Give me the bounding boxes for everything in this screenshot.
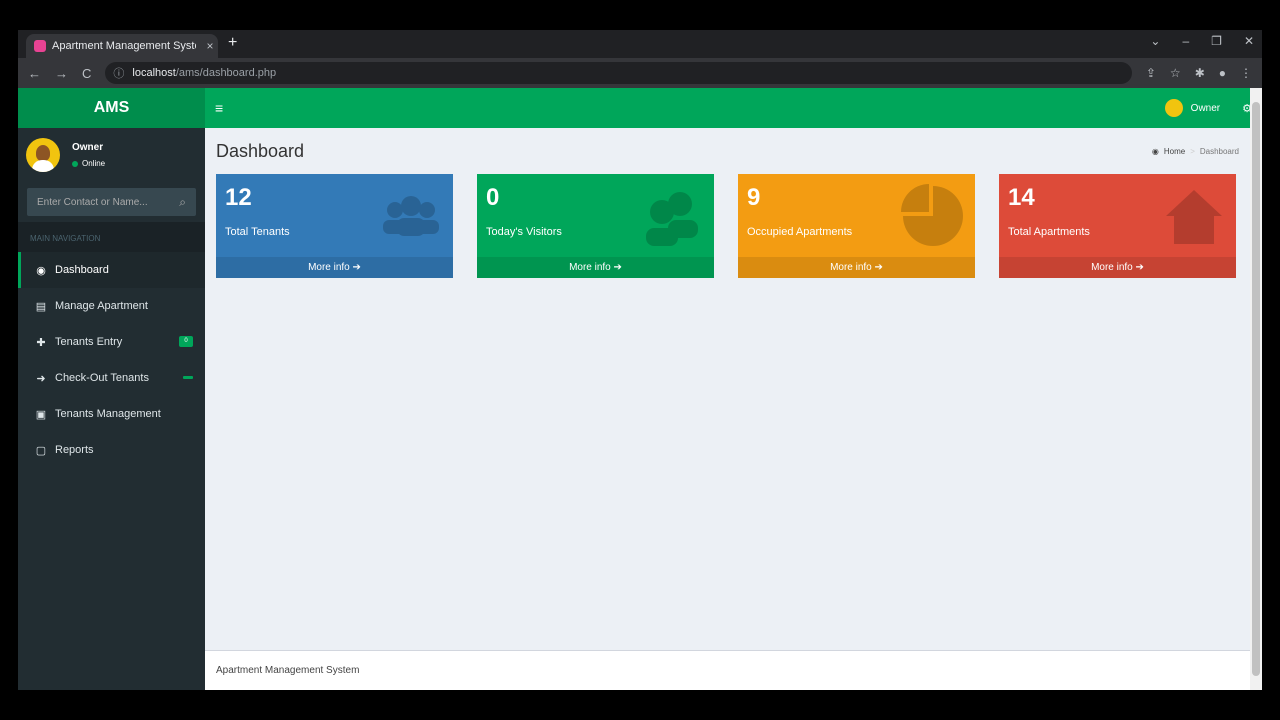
stat-box-occupied-apartments: 9 Occupied Apartments More info ➔	[738, 174, 975, 278]
share-icon[interactable]: ⇪	[1146, 66, 1156, 80]
footer: Apartment Management System	[205, 650, 1250, 690]
building-icon: ▤	[35, 300, 47, 313]
scrollbar-thumb[interactable]	[1252, 102, 1260, 676]
pie-chart-icon	[901, 184, 963, 246]
logo[interactable]: AMS	[18, 88, 205, 128]
arrow-circle-right-icon: ➔	[613, 262, 622, 273]
page-scrollbar[interactable]	[1250, 88, 1262, 690]
stat-value: 0	[486, 184, 500, 211]
navbar-user-name[interactable]: Owner	[1191, 103, 1220, 114]
stat-label: Today's Visitors	[486, 226, 562, 238]
main-content: Dashboard ◉ Home > Dashboard 12 Total Te…	[205, 128, 1250, 650]
dashboard-icon: ◉	[36, 264, 46, 277]
tab-search-icon[interactable]: ⌄	[1150, 34, 1160, 48]
arrow-circle-right-icon: ➔	[1135, 262, 1144, 273]
sidebar: AMS Owner Online ⌕ MAIN NAVIGATION ◉ Das…	[18, 88, 205, 690]
users-icon	[383, 196, 439, 236]
file-icon: ▢	[35, 444, 47, 457]
stat-label: Total Tenants	[225, 226, 290, 238]
app: AMS Owner Online ⌕ MAIN NAVIGATION ◉ Das…	[18, 88, 1262, 690]
window-controls: ⌄ – ❐ ✕	[1150, 34, 1254, 48]
search-input[interactable]	[37, 196, 180, 208]
sidebar-item-label: Dashboard	[55, 264, 109, 276]
stat-box-total-apartments: 14 Total Apartments More info ➔	[999, 174, 1236, 278]
sidebar-item-tenants-entry[interactable]: ✚ Tenants Entry 0	[18, 324, 205, 360]
more-info-link[interactable]: More info ➔	[477, 257, 714, 278]
restore-icon[interactable]: ❐	[1211, 34, 1222, 48]
forward-icon[interactable]: →	[55, 66, 68, 81]
tab-bar: Apartment Management System × + ⌄ – ❐ ✕	[18, 30, 1262, 58]
browser-tab[interactable]: Apartment Management System ×	[26, 34, 218, 58]
navbar-avatar[interactable]	[1164, 99, 1183, 117]
browser-window: Apartment Management System × + ⌄ – ❐ ✕ …	[18, 30, 1262, 690]
arrow-circle-right-icon: ➔	[352, 262, 361, 273]
url-field[interactable]: ⓘ localhost/ams/dashboard.php	[105, 62, 1132, 84]
more-info-link[interactable]: More info ➔	[738, 257, 975, 278]
stat-label: Occupied Apartments	[747, 226, 853, 238]
status-indicator	[183, 376, 193, 379]
stat-box-total-tenants: 12 Total Tenants More info ➔	[216, 174, 453, 278]
info-icon[interactable]: ⓘ	[113, 65, 124, 81]
sidebar-item-reports[interactable]: ▢ Reports	[18, 432, 205, 468]
tab-close-icon[interactable]: ×	[202, 39, 218, 53]
nav-header: MAIN NAVIGATION	[18, 222, 205, 252]
breadcrumb: ◉ Home > Dashboard	[1151, 146, 1239, 156]
sidebar-item-label: Reports	[55, 444, 94, 456]
more-info-link[interactable]: More info ➔	[216, 257, 453, 278]
user-status: Online	[72, 159, 105, 168]
sidebar-item-tenants-management[interactable]: ▣ Tenants Management	[18, 396, 205, 432]
new-tab-button[interactable]: +	[228, 34, 237, 52]
sidebar-item-label: Tenants Management	[55, 408, 161, 420]
browser-menu-icon[interactable]: ⋮	[1240, 66, 1252, 80]
stat-label: Total Apartments	[1008, 226, 1090, 238]
tab-title: Apartment Management System	[52, 40, 196, 52]
breadcrumb-home[interactable]: Home	[1164, 147, 1185, 156]
stat-boxes: 12 Total Tenants More info ➔ 0 Today's V…	[216, 174, 1239, 278]
url-host: localhost	[132, 67, 176, 79]
sidebar-item-dashboard[interactable]: ◉ Dashboard	[18, 252, 205, 288]
sign-out-icon: ➜	[36, 372, 46, 385]
footer-text: Apartment Management System	[216, 665, 360, 676]
address-bar: ← → C ⓘ localhost/ams/dashboard.php ⇪ ☆ …	[18, 58, 1262, 88]
user-name: Owner	[72, 142, 104, 153]
home-icon	[1166, 190, 1222, 244]
profile-icon[interactable]: ●	[1219, 66, 1226, 80]
window-close-icon[interactable]: ✕	[1244, 34, 1254, 48]
avatar	[26, 138, 60, 172]
favicon-icon	[34, 40, 46, 52]
visitors-icon	[646, 192, 698, 246]
toolbar-icons: ⇪ ☆ ✱ ● ⋮	[1146, 66, 1252, 80]
sidebar-item-label: Check-Out Tenants	[55, 372, 149, 384]
sidebar-item-label: Manage Apartment	[55, 300, 148, 312]
minimize-icon[interactable]: –	[1182, 34, 1189, 48]
bookmark-star-icon[interactable]: ☆	[1170, 66, 1181, 80]
home-icon: ◉	[1151, 146, 1159, 156]
sidebar-item-check-out-tenants[interactable]: ➜ Check-Out Tenants	[18, 360, 205, 396]
url-path: /ams/dashboard.php	[175, 67, 277, 79]
stat-box-todays-visitors: 0 Today's Visitors More info ➔	[477, 174, 714, 278]
back-icon[interactable]: ←	[28, 66, 41, 81]
plus-icon: ✚	[36, 336, 46, 349]
breadcrumb-current: Dashboard	[1199, 146, 1239, 156]
sidebar-search: ⌕	[27, 188, 196, 216]
tenants-entry-badge: 0	[179, 336, 193, 347]
user-panel: Owner Online	[18, 128, 205, 182]
search-icon[interactable]: ⌕	[179, 195, 186, 210]
more-info-link[interactable]: More info ➔	[999, 257, 1236, 278]
online-dot-icon	[72, 160, 78, 167]
extensions-icon[interactable]: ✱	[1195, 66, 1205, 80]
stat-value: 12	[225, 184, 252, 211]
sidebar-item-label: Tenants Entry	[55, 336, 123, 348]
menu-toggle-icon[interactable]: ≡	[215, 100, 223, 116]
top-navbar: ≡ Owner ⚙	[205, 88, 1262, 128]
id-card-icon: ▣	[35, 408, 47, 421]
page-title: Dashboard	[216, 140, 305, 161]
sidebar-item-manage-apartment[interactable]: ▤ Manage Apartment	[18, 288, 205, 324]
stat-value: 14	[1008, 184, 1035, 211]
arrow-circle-right-icon: ➔	[874, 262, 883, 273]
reload-icon[interactable]: C	[82, 66, 91, 81]
stat-value: 9	[747, 184, 761, 211]
